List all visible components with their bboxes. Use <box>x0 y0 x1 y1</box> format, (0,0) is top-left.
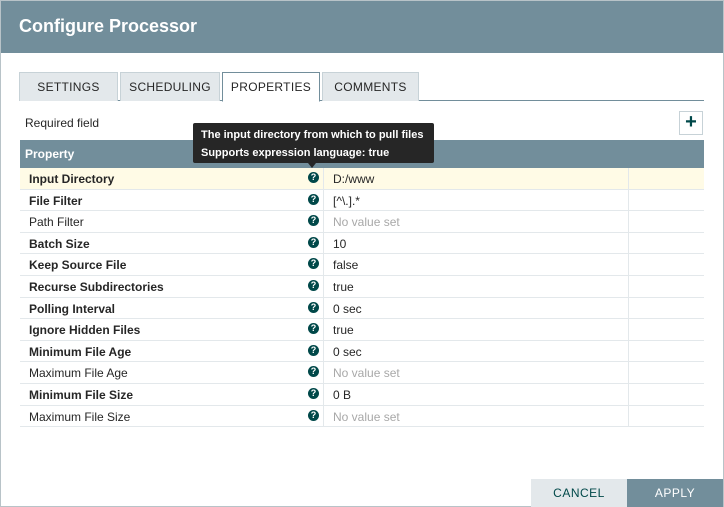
add-property-button[interactable]: + <box>679 111 703 135</box>
column-divider <box>628 319 629 340</box>
column-divider <box>323 275 324 297</box>
question-circle-icon[interactable]: ? <box>308 236 319 248</box>
question-circle-icon[interactable]: ? <box>308 258 319 270</box>
column-divider <box>628 383 629 405</box>
column-divider <box>628 168 629 189</box>
table-row[interactable]: Maximum File Size? No value set <box>20 405 704 428</box>
table-row[interactable]: Keep Source File? false <box>20 254 704 276</box>
table-body: Input Directory? D:/www File Filter? [^\.].… <box>20 168 704 428</box>
column-divider <box>323 319 324 340</box>
property-name: Path Filter <box>29 215 84 230</box>
configure-processor-dialog: Configure Processor SETTINGS SCHEDULING … <box>0 0 724 507</box>
property-value[interactable]: No value set <box>333 215 400 229</box>
dialog-title: Configure Processor <box>19 16 198 36</box>
column-divider <box>323 254 324 275</box>
table-row[interactable]: Path Filter? No value set <box>20 211 704 233</box>
column-divider <box>323 362 324 383</box>
property-name: Minimum File Size <box>29 387 134 402</box>
question-circle-icon[interactable]: ? <box>308 301 319 313</box>
column-divider <box>323 340 324 362</box>
tab-properties[interactable]: PROPERTIES <box>222 72 320 102</box>
properties-table: Property Input Directory? D:/www File Filt… <box>20 140 704 428</box>
property-value[interactable]: 0 sec <box>333 345 362 359</box>
question-circle-icon[interactable]: ? <box>308 366 319 378</box>
apply-button[interactable]: APPLY <box>627 479 723 507</box>
table-row[interactable]: Minimum File Age? 0 sec <box>20 340 704 363</box>
tab-scheduling[interactable]: SCHEDULING <box>120 72 220 101</box>
plus-icon: + <box>685 111 697 133</box>
property-value[interactable]: 10 <box>333 237 346 251</box>
tab-settings[interactable]: SETTINGS <box>19 72 118 101</box>
tooltip-description: The input directory from which to pull f… <box>201 129 424 141</box>
property-value[interactable]: [^\.].* <box>333 194 360 208</box>
tab-bar: SETTINGS SCHEDULING PROPERTIES COMMENTS <box>19 72 704 102</box>
property-name: Input Directory <box>29 172 115 186</box>
property-value[interactable]: No value set <box>333 366 400 380</box>
column-divider <box>628 340 629 362</box>
property-name: Polling Interval <box>29 301 116 316</box>
table-row[interactable]: Recurse Subdirectories? true <box>20 275 704 298</box>
column-divider <box>323 189 324 211</box>
property-value[interactable]: No value set <box>333 410 400 424</box>
column-divider <box>628 297 629 319</box>
question-circle-icon[interactable]: ? <box>308 387 319 399</box>
table-row[interactable]: Minimum File Size? 0 B <box>20 383 704 406</box>
table-row[interactable]: File Filter? [^\.].* <box>20 189 704 212</box>
column-divider <box>628 189 629 211</box>
property-help-tooltip: The input directory from which to pull f… <box>193 123 434 163</box>
property-name: Maximum File Age <box>29 366 128 381</box>
column-divider <box>628 362 629 383</box>
question-circle-icon[interactable]: ? <box>308 344 319 356</box>
property-name: Batch Size <box>29 236 90 251</box>
tab-comments[interactable]: COMMENTS <box>322 72 419 101</box>
property-name: Maximum File Size <box>29 409 131 424</box>
property-value[interactable]: 0 sec <box>333 302 362 316</box>
table-row[interactable]: Maximum File Age? No value set <box>20 362 704 384</box>
property-name: Keep Source File <box>29 258 127 273</box>
question-circle-icon[interactable]: ? <box>308 193 319 205</box>
property-name: File Filter <box>29 193 83 208</box>
property-column-header: Property <box>25 147 75 161</box>
column-divider <box>323 383 324 405</box>
column-divider <box>323 405 324 427</box>
table-row[interactable]: Batch Size? 10 <box>20 232 704 255</box>
table-row[interactable]: Ignore Hidden Files? true <box>20 319 704 341</box>
tooltip-expression-language: Supports expression language: true <box>201 147 390 159</box>
column-divider <box>323 297 324 319</box>
column-divider <box>323 168 324 189</box>
table-row[interactable]: Input Directory? D:/www <box>20 168 704 190</box>
property-name: Ignore Hidden Files <box>29 323 141 338</box>
property-value[interactable]: 0 B <box>333 388 351 402</box>
property-name: Recurse Subdirectories <box>29 279 164 294</box>
property-value[interactable]: true <box>333 323 354 337</box>
column-divider <box>628 405 629 427</box>
dialog-header: Configure Processor <box>1 1 723 53</box>
cancel-button[interactable]: CANCEL <box>531 479 627 507</box>
column-divider <box>628 254 629 275</box>
column-divider <box>628 232 629 254</box>
column-divider <box>323 232 324 254</box>
column-divider <box>628 211 629 232</box>
column-divider <box>628 275 629 297</box>
property-name: Minimum File Age <box>29 344 132 359</box>
required-field-label: Required field <box>25 116 100 130</box>
question-circle-icon[interactable]: ? <box>308 409 319 421</box>
tooltip-arrow <box>308 163 316 168</box>
question-circle-icon[interactable]: ? <box>308 215 319 227</box>
property-value[interactable]: D:/www <box>333 172 374 186</box>
question-circle-icon[interactable]: ? <box>308 172 319 183</box>
property-value[interactable]: false <box>333 258 358 272</box>
table-row[interactable]: Polling Interval? 0 sec <box>20 297 704 320</box>
column-divider <box>323 211 324 232</box>
question-circle-icon[interactable]: ? <box>308 279 319 291</box>
property-value[interactable]: true <box>333 280 354 294</box>
question-circle-icon[interactable]: ? <box>308 323 319 335</box>
